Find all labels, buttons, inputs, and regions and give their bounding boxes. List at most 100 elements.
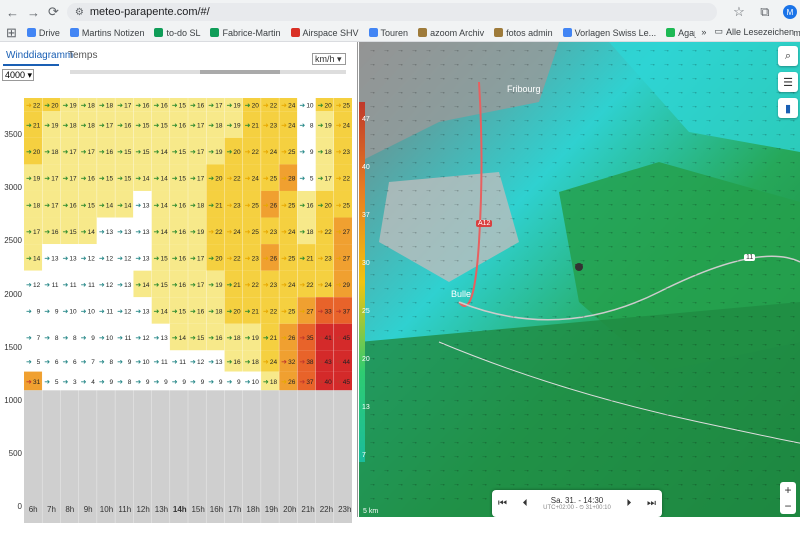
x-tick-label[interactable]: 7h (42, 505, 60, 517)
svg-text:→: → (439, 327, 446, 334)
wind-speed-label: 14 (161, 229, 169, 236)
extensions-icon[interactable]: ⧉ (757, 4, 773, 20)
bookmark-item[interactable]: Vorlagen Swiss Le... (562, 28, 656, 38)
svg-text:→: → (523, 243, 530, 250)
address-bar[interactable]: ⚙ meteo-parapente.com/#/ (66, 3, 717, 21)
svg-text:→: → (453, 467, 460, 474)
bookmark-item[interactable]: Fabrice-Martin (210, 28, 281, 38)
x-tick-label[interactable]: 11h (116, 505, 134, 517)
svg-text:→: → (495, 117, 502, 124)
wind-speed-label: 20 (233, 149, 241, 156)
wind-arrow: ➜ (117, 335, 123, 342)
svg-text:→: → (607, 271, 614, 278)
x-tick-label[interactable]: 17h (226, 505, 244, 517)
wind-arrow: ➜ (281, 176, 287, 183)
reload-icon[interactable]: ⟳ (48, 4, 59, 20)
svg-text:→: → (523, 327, 530, 334)
x-tick-label[interactable]: 21h (299, 505, 317, 517)
forward-icon[interactable]: → (27, 4, 40, 20)
back-icon[interactable]: ← (6, 4, 19, 20)
bookmark-item[interactable]: Airspace SHV (290, 28, 359, 38)
wind-map[interactable]: → → → → → → → → → → → → → → → → → → → → → → → → → → → → → → → → → → → → → → → →… (359, 42, 800, 517)
svg-text:→: → (383, 397, 390, 404)
svg-text:→: → (453, 327, 460, 334)
svg-text:→: → (383, 411, 390, 418)
svg-text:→: → (425, 47, 432, 54)
apps-icon[interactable]: ⊞ (6, 25, 17, 41)
y-tick-label: 3500 (4, 130, 22, 140)
bookmark-item[interactable]: fotos admin (494, 28, 553, 38)
profile-avatar[interactable]: M (782, 5, 797, 19)
wind-speed-label: 9 (109, 379, 113, 386)
scroll-thumb[interactable] (200, 70, 280, 74)
x-tick-label[interactable]: 12h (134, 505, 152, 517)
zoom-in-button[interactable]: + (784, 483, 791, 497)
svg-text:→: → (565, 355, 572, 362)
altitude-select[interactable]: 4000 ▾ (2, 69, 34, 81)
x-tick-label[interactable]: 9h (79, 505, 97, 517)
wind-speed-label: 17 (197, 176, 205, 183)
star-icon[interactable]: ☆ (731, 4, 747, 20)
x-tick-label[interactable]: 6h (24, 505, 42, 517)
wind-speed-label: 13 (215, 359, 223, 366)
step-back-button[interactable]: ⏴ (523, 498, 528, 509)
svg-text:→: → (453, 131, 460, 138)
svg-text:→: → (607, 243, 614, 250)
svg-text:→: → (635, 355, 642, 362)
skip-end-button[interactable]: ⏭ (647, 498, 656, 509)
x-tick-label[interactable]: 10h (97, 505, 115, 517)
svg-text:→: → (761, 131, 768, 138)
wind-speed-label: 41 (325, 335, 333, 342)
unit-select[interactable]: km/h ▾ (312, 53, 346, 65)
svg-text:→: → (789, 341, 796, 348)
x-tick-label[interactable]: 23h (336, 505, 354, 517)
tab-temps[interactable]: Temps (68, 50, 97, 61)
svg-text:→: → (705, 467, 712, 474)
x-tick-label[interactable]: 20h (281, 505, 299, 517)
wind-arrow: ➜ (135, 202, 141, 209)
x-tick-label[interactable]: 18h (244, 505, 262, 517)
wind-speed-label: 16 (233, 359, 241, 366)
x-tick-label[interactable]: 16h (207, 505, 225, 517)
wind-speed-label: 9 (201, 379, 205, 386)
more-bookmarks-button[interactable]: » (701, 27, 706, 37)
x-tick-label[interactable]: 8h (61, 505, 79, 517)
bookmark-item[interactable]: Martins Notizen (69, 28, 144, 38)
map-canvas[interactable]: → → → → → → → → → → → → → → → → → → → → → → → → → → → → →→ → → → → → → → → → →… (359, 42, 800, 517)
map-settings-button[interactable]: ☰ (778, 72, 798, 92)
svg-text:→: → (635, 103, 642, 110)
tab-winddiagramm[interactable]: Winddiagramm (6, 50, 73, 61)
wind-arrow: ➜ (154, 149, 160, 156)
svg-text:→: → (593, 271, 600, 278)
svg-text:→: → (495, 103, 502, 110)
x-tick-label[interactable]: 19h (262, 505, 280, 517)
x-tick-label[interactable]: 14h (171, 505, 189, 517)
wind-speed-label: 14 (106, 202, 114, 209)
svg-text:→: → (551, 243, 558, 250)
bookmark-item[interactable]: Touren (368, 28, 408, 38)
map-chart-button[interactable]: ▮ (778, 98, 798, 118)
wind-arrow: ➜ (81, 229, 87, 236)
time-scrollbar[interactable] (70, 70, 346, 74)
svg-text:→: → (677, 47, 684, 54)
all-bookmarks-folder[interactable]: ▭ Alle Lesezeichen (714, 26, 794, 37)
svg-text:→: → (621, 145, 628, 152)
wind-speed-label: 17 (197, 282, 205, 289)
svg-text:→: → (635, 75, 642, 82)
step-forward-button[interactable]: ⏵ (626, 498, 631, 509)
svg-text:→: → (523, 313, 530, 320)
x-tick-label[interactable]: 15h (189, 505, 207, 517)
bookmark-item[interactable]: to-do SL (154, 28, 200, 38)
zoom-out-button[interactable]: − (784, 499, 791, 513)
svg-text:→: → (383, 299, 390, 306)
svg-text:→: → (411, 383, 418, 390)
x-tick-label[interactable]: 22h (317, 505, 335, 517)
bookmark-item[interactable]: Drive (26, 28, 60, 38)
site-info-icon[interactable]: ⚙ (75, 7, 84, 18)
bookmark-item[interactable]: azoom Archiv (418, 28, 484, 38)
map-search-button[interactable]: ⌕ (778, 46, 798, 66)
svg-text:→: → (467, 453, 474, 460)
svg-text:→: → (705, 89, 712, 96)
skip-start-button[interactable]: ⏮ (498, 498, 507, 509)
x-tick-label[interactable]: 13h (152, 505, 170, 517)
